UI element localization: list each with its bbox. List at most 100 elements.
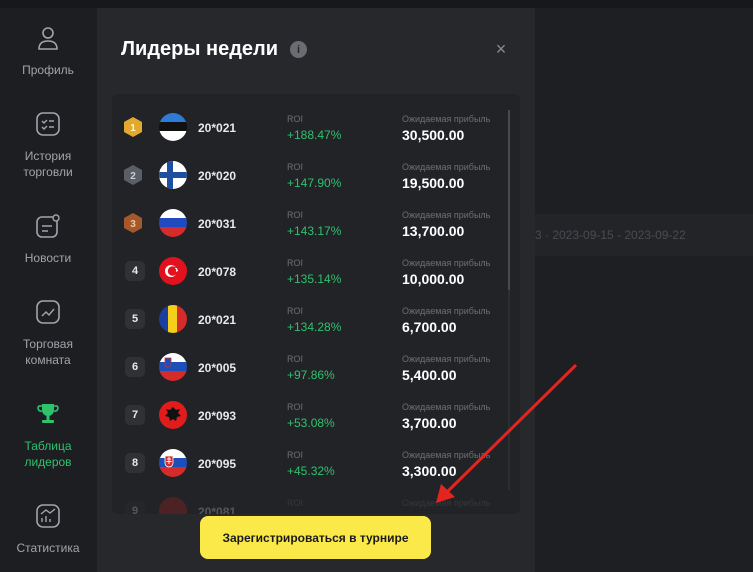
modal-title: Лидеры недели: [121, 38, 279, 60]
profit-value: 6,700.00: [402, 319, 457, 335]
table-row[interactable]: 8 20*095 ROI +45.32% Ожидаемая прибыль 3…: [112, 440, 508, 488]
sidebar-item-profile[interactable]: Профиль: [0, 24, 96, 78]
rank-badge: 7: [125, 405, 145, 425]
roi-value: +53.08%: [287, 416, 335, 430]
profit-value: 3,700.00: [402, 415, 457, 431]
profit-value: 3,300.00: [402, 463, 457, 479]
top-bar: [0, 0, 753, 8]
roi-value: +147.90%: [287, 176, 342, 190]
profit-label: Ожидаемая прибыль: [402, 162, 491, 172]
roi-value: +45.32%: [287, 464, 335, 478]
sidebar-item-label: Профиль: [22, 63, 74, 77]
sidebar-item-history[interactable]: История торговли: [0, 110, 96, 180]
rank-number: 2: [130, 171, 136, 182]
history-icon: [34, 110, 62, 138]
roi-label: ROI: [287, 162, 304, 172]
sidebar-item-news[interactable]: Новости: [0, 212, 96, 266]
user-name: 20*005: [198, 361, 237, 375]
roi-label: ROI: [287, 498, 304, 508]
scrollbar-thumb[interactable]: [508, 110, 510, 290]
profit-label: Ожидаемая прибыль: [402, 498, 491, 508]
user-name: 20*031: [198, 217, 237, 231]
info-icon[interactable]: i: [290, 41, 307, 58]
bronze-medal-icon: 3: [124, 213, 142, 233]
rank-badge: 6: [125, 357, 145, 377]
sidebar-item-label: Новости: [24, 251, 72, 265]
chart-icon: [34, 298, 62, 326]
sidebar-item-label: Торговая комната: [23, 337, 73, 367]
user-name: 20*093: [198, 409, 237, 423]
roi-value: +134.28%: [287, 320, 342, 334]
silver-medal-icon: 2: [124, 165, 142, 185]
flag: [159, 497, 187, 514]
roi-value: +97.86%: [287, 368, 335, 382]
statistics-icon: [34, 502, 62, 530]
profit-value: 10,000.00: [402, 271, 465, 287]
roi-label: ROI: [287, 258, 304, 268]
user-name: 20*095: [198, 457, 237, 471]
albania-flag: [159, 401, 187, 429]
sidebar-item-leaderboard[interactable]: Таблица лидеров: [0, 400, 96, 470]
table-row[interactable]: 1 20*021 ROI +188.47% Ожидаемая прибыль …: [112, 104, 508, 152]
sidebar-item-label: Таблица лидеров: [24, 439, 72, 469]
romania-flag: [159, 305, 187, 333]
user-name: 20*021: [198, 313, 237, 327]
roi-value: +188.47%: [287, 128, 342, 142]
profit-label: Ожидаемая прибыль: [402, 354, 491, 364]
roi-value: +143.17%: [287, 224, 342, 238]
table-row[interactable]: 4 20*078 ROI +135.14% Ожидаемая прибыль …: [112, 248, 508, 296]
table-row[interactable]: 7 20*093 ROI +53.08% Ожидаемая прибыль 3…: [112, 392, 508, 440]
rank-badge: 9: [125, 501, 145, 514]
table-row[interactable]: 9 20*081 ROI Ожидаемая прибыль: [112, 488, 508, 514]
table-row[interactable]: 5 20*021 ROI +134.28% Ожидаемая прибыль …: [112, 296, 508, 344]
profit-value: 30,500.00: [402, 127, 465, 143]
profit-value: 13,700.00: [402, 223, 465, 239]
finland-flag: [159, 161, 187, 189]
profit-label: Ожидаемая прибыль: [402, 450, 491, 460]
estonia-flag: [159, 113, 187, 141]
roi-label: ROI: [287, 450, 304, 460]
rank-badge: 8: [125, 453, 145, 473]
profit-label: Ожидаемая прибыль: [402, 114, 491, 124]
table-row[interactable]: 3 20*031 ROI +143.17% Ожидаемая прибыль …: [112, 200, 508, 248]
close-icon: ×: [495, 38, 507, 59]
roi-label: ROI: [287, 402, 304, 412]
profit-label: Ожидаемая прибыль: [402, 210, 491, 220]
roi-value: +135.14%: [287, 272, 342, 286]
profit-label: Ожидаемая прибыль: [402, 258, 491, 268]
slovenia-flag: [159, 353, 187, 381]
profit-label: Ожидаемая прибыль: [402, 402, 491, 412]
slovakia-flag: [159, 449, 187, 477]
rank-number: 1: [130, 123, 136, 134]
leaderboard-list: 1 20*021 ROI +188.47% Ожидаемая прибыль …: [112, 94, 520, 514]
user-icon: [34, 24, 62, 52]
sidebar-item-statistics[interactable]: Статистика: [0, 502, 96, 556]
sidebar-item-trading-room[interactable]: Торговая комната: [0, 298, 96, 368]
news-icon: [34, 212, 62, 240]
sidebar: Профиль История торговли Новости Торгова…: [0, 8, 96, 572]
user-name: 20*021: [198, 121, 237, 135]
profit-value: 19,500.00: [402, 175, 465, 191]
rank-number: 3: [130, 219, 136, 230]
user-name: 20*078: [198, 265, 237, 279]
rank-badge: 4: [125, 261, 145, 281]
leaderboard-modal: Лидеры недели i × 1 20*021 ROI +188.47% …: [97, 8, 535, 572]
turkey-flag: [159, 257, 187, 285]
register-tournament-button[interactable]: Зарегистрироваться в турнире: [200, 516, 431, 559]
background-content: [535, 8, 753, 572]
table-row[interactable]: 6 20*005 ROI +97.86% Ожидаемая прибыль 5…: [112, 344, 508, 392]
roi-label: ROI: [287, 354, 304, 364]
russia-flag: [159, 209, 187, 237]
user-name: 20*081: [198, 505, 237, 514]
sidebar-item-label: История торговли: [23, 149, 73, 179]
table-row[interactable]: 2 20*020 ROI +147.90% Ожидаемая прибыль …: [112, 152, 508, 200]
close-button[interactable]: ×: [493, 38, 509, 59]
profit-value: 5,400.00: [402, 367, 457, 383]
app-window: Профиль История торговли Новости Торгова…: [0, 0, 753, 572]
roi-label: ROI: [287, 114, 304, 124]
user-name: 20*020: [198, 169, 237, 183]
roi-label: ROI: [287, 306, 304, 316]
roi-label: ROI: [287, 210, 304, 220]
gold-medal-icon: 1: [124, 117, 142, 137]
rank-badge: 5: [125, 309, 145, 329]
